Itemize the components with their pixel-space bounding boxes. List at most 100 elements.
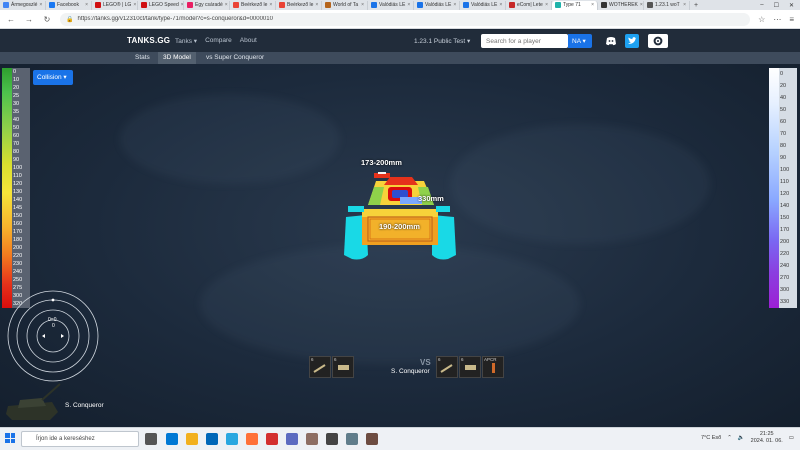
3d-model-viewport[interactable]: Collision ▾ 0 10 20 25 30 35 40 50 60 70 80 90 100 11… (0, 64, 800, 427)
right-ammo-slot-2[interactable]: 6 (459, 356, 481, 378)
volume-icon[interactable]: 🔈 (738, 435, 745, 441)
app-icon[interactable] (286, 433, 298, 445)
player-search-input[interactable] (481, 34, 568, 48)
browser-tab[interactable]: Beérkező le × (276, 0, 322, 10)
tab-close-icon[interactable]: × (39, 2, 42, 8)
browser-tab[interactable]: Valódiás LE × (368, 0, 414, 10)
browser-tab[interactable]: WOTHEREK × (598, 0, 644, 10)
nav-about[interactable]: About (240, 37, 257, 45)
tab-close-icon[interactable]: × (499, 2, 502, 8)
close-icon[interactable]: ✕ (789, 2, 794, 9)
scale-label: 0 (13, 69, 17, 75)
menu-icon[interactable]: ≡ (789, 15, 794, 24)
task-view-icon[interactable] (145, 433, 157, 445)
app-icon[interactable] (366, 433, 378, 445)
browser-tab[interactable]: 1.23.1 woT × (644, 0, 690, 10)
site-navbar: TANKS.GG Tanks ▾ Compare About 1.23.1 Pu… (0, 30, 800, 52)
right-ammo-slot-1[interactable]: 6 (436, 356, 458, 378)
browser-tab[interactable]: Valódiás LE × (414, 0, 460, 10)
forward-icon[interactable]: → (24, 15, 34, 24)
browser-tab[interactable]: eCom| Lete × (506, 0, 552, 10)
store-icon[interactable] (206, 433, 218, 445)
wot-icon[interactable] (326, 433, 338, 445)
tab-close-icon[interactable]: × (545, 2, 548, 8)
app-icon[interactable] (346, 433, 358, 445)
file-explorer-icon[interactable] (186, 433, 198, 445)
browser-tab[interactable]: LEGO Speed × (138, 0, 184, 10)
tab-close-icon[interactable]: × (640, 2, 643, 8)
orientation-compass[interactable] (6, 289, 101, 384)
nav-tanks[interactable]: Tanks ▾ (175, 37, 197, 45)
notification-icon[interactable]: ▭ (789, 435, 794, 441)
app-icon[interactable] (306, 433, 318, 445)
minimize-icon[interactable]: – (760, 2, 763, 9)
browser-tab[interactable]: Ármegoszlé × (0, 0, 46, 10)
tank-model[interactable] (340, 169, 460, 264)
left-ammo-slot-1[interactable]: 6 (309, 356, 331, 378)
tab-close-icon[interactable]: × (269, 2, 272, 8)
browser-tab[interactable]: Facebook × (46, 0, 92, 10)
tab-close-icon[interactable]: × (133, 2, 136, 8)
browser-tab[interactable]: Beérkező le × (230, 0, 276, 10)
extensions-icon[interactable]: ⋯ (773, 15, 781, 24)
browser-tab-label: LEGO Speed (149, 2, 179, 8)
browser-tab[interactable]: Egy csáradé × (184, 0, 230, 10)
tab-close-icon[interactable]: × (85, 2, 88, 8)
scale-label: 20 (13, 85, 20, 91)
taskbar-search[interactable]: Írjon ide a kereséshez (21, 431, 139, 447)
firefox-icon[interactable] (246, 433, 258, 445)
site-logo[interactable]: TANKS.GG (127, 36, 170, 45)
tab-vs-super-conqueror[interactable]: vs Super Conqueror (201, 52, 269, 64)
tab-stats[interactable]: Stats (130, 52, 155, 64)
discord-icon[interactable] (604, 34, 618, 48)
reload-icon[interactable]: ↻ (42, 15, 52, 24)
tab-close-icon[interactable]: × (361, 2, 364, 8)
turret-front-plate (384, 177, 418, 185)
favicon-icon (555, 2, 561, 8)
browser-tab[interactable]: LEGO® | LG × (92, 0, 138, 10)
scale-label: 100 (13, 165, 23, 171)
maximize-icon[interactable]: ☐ (774, 2, 779, 9)
tab-close-icon[interactable]: × (453, 2, 456, 8)
scale-label: 200 (13, 245, 23, 251)
tab-close-icon[interactable]: × (683, 2, 686, 8)
scale-label: 90 (13, 157, 20, 163)
tab-3d-model[interactable]: 3D Model (158, 52, 196, 64)
start-button[interactable] (5, 433, 15, 443)
url-field[interactable]: 🔒 https://tanks.gg/v12310ct/tank/type-71… (60, 12, 751, 26)
scale-label: 150 (780, 215, 790, 221)
scale-label: 60 (780, 119, 787, 125)
browser-tab[interactable]: Type 71 × (552, 0, 598, 10)
network-icon[interactable]: ⌃ (727, 435, 732, 441)
tab-close-icon[interactable]: × (591, 2, 594, 8)
browser-tab[interactable]: Valódiás LE × (460, 0, 506, 10)
app-icon[interactable] (266, 433, 278, 445)
scale-label: 170 (13, 229, 23, 235)
clock[interactable]: 21:25 2024. 01. 06. (751, 431, 783, 445)
armor-scale-right: 0 20 40 50 60 70 80 90 100 110 120 140 150 170 200 220 2… (769, 68, 797, 308)
browser-tab[interactable]: World of Ta × (322, 0, 368, 10)
scale-label: 120 (13, 181, 23, 187)
weather-widget[interactable]: 7°C Eső (701, 435, 721, 441)
back-icon[interactable]: ← (6, 15, 16, 24)
region-selector[interactable]: NA ▾ (568, 34, 592, 48)
background-smoke (120, 94, 340, 184)
right-ammo-slot-3[interactable]: APCR (482, 356, 504, 378)
nav-compare[interactable]: Compare (205, 37, 232, 45)
scale-labels: 0 20 40 50 60 70 80 90 100 110 120 140 150 170 200 220 2… (779, 68, 797, 308)
left-ammo-slot-2[interactable]: 6 (332, 356, 354, 378)
scale-label: 40 (13, 117, 20, 123)
settings-icon[interactable] (648, 34, 668, 48)
mail-icon[interactable] (226, 433, 238, 445)
bookmark-icon[interactable]: ☆ (758, 15, 765, 24)
version-selector[interactable]: 1.23.1 Public Test ▾ (414, 37, 470, 45)
tab-close-icon[interactable]: × (407, 2, 410, 8)
new-tab-button[interactable]: + (690, 2, 702, 9)
scale-label: 270 (780, 275, 790, 281)
tab-close-icon[interactable]: × (225, 2, 228, 8)
twitter-icon[interactable] (625, 34, 639, 48)
collision-dropdown[interactable]: Collision ▾ (33, 70, 73, 85)
scale-label: 180 (13, 237, 23, 243)
tab-close-icon[interactable]: × (315, 2, 318, 8)
edge-icon[interactable] (166, 433, 178, 445)
